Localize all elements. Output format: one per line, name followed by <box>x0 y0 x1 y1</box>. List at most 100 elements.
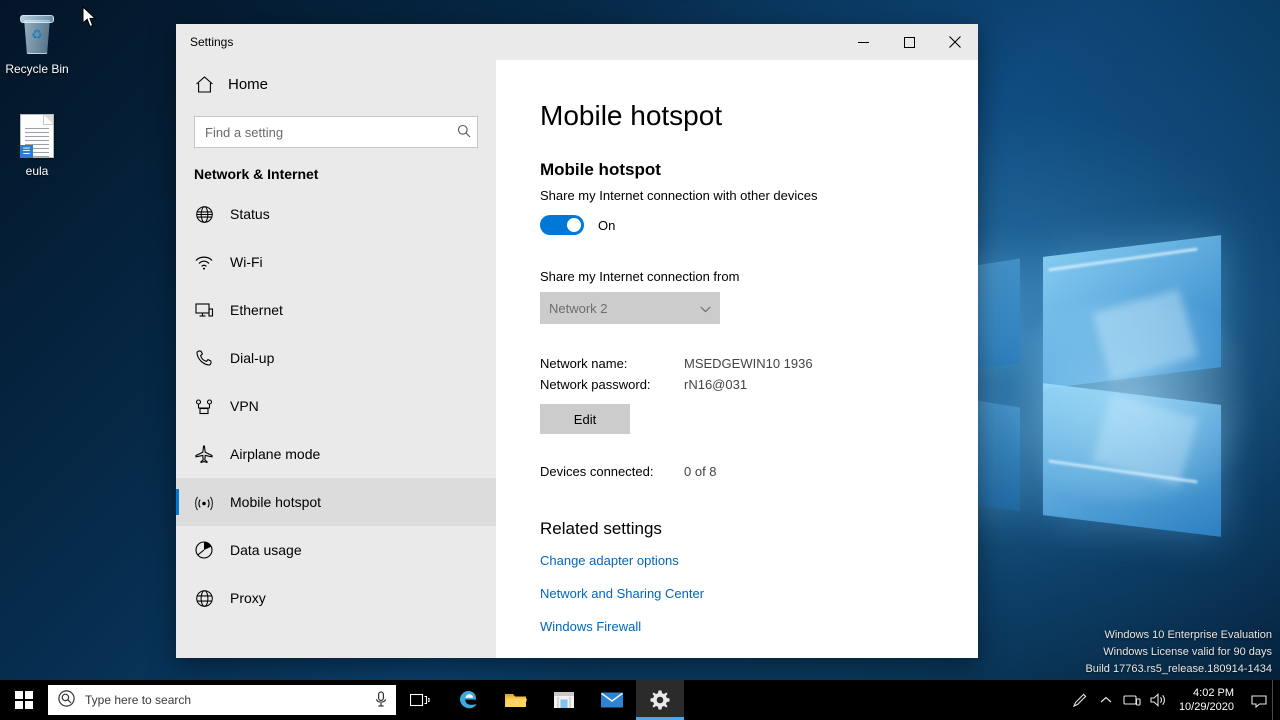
sidebar-item-label: Wi-Fi <box>230 254 263 270</box>
volume-icon[interactable] <box>1145 680 1171 720</box>
taskbar-search-placeholder: Type here to search <box>85 693 192 707</box>
sidebar-item-label: Mobile hotspot <box>230 494 322 510</box>
sidebar-item-label: Proxy <box>230 590 266 606</box>
airplane-icon <box>194 444 214 464</box>
sidebar-item-dial-up[interactable]: Dial-up <box>176 334 496 382</box>
pen-menu-icon[interactable] <box>1067 680 1093 720</box>
notification-icon <box>1251 694 1267 708</box>
sidebar-item-ethernet[interactable]: Ethernet <box>176 286 496 334</box>
task-view-icon <box>410 693 430 707</box>
system-tray[interactable]: 4:02 PM 10/29/2020 <box>1067 680 1280 720</box>
sidebar-item-label: Data usage <box>230 542 302 558</box>
file-explorer-button[interactable] <box>492 680 540 720</box>
search-input[interactable] <box>205 124 457 140</box>
toggle-knob <box>567 218 581 232</box>
windows-activation-watermark: Windows 10 Enterprise Evaluation Windows… <box>1085 627 1272 678</box>
desktop-icon-eula[interactable]: ☰ eula <box>0 112 74 178</box>
section-subtitle: Share my Internet connection with other … <box>540 188 818 203</box>
proxy-globe-icon <box>194 588 214 608</box>
sidebar-item-home[interactable]: Home <box>176 64 496 104</box>
share-from-value: Network 2 <box>549 300 608 316</box>
settings-taskbar-button[interactable] <box>636 680 684 720</box>
start-button[interactable] <box>0 680 48 720</box>
globe-icon <box>194 204 214 224</box>
sidebar-item-label: VPN <box>230 398 259 414</box>
microphone-icon[interactable] <box>374 690 388 710</box>
link-windows-firewall[interactable]: Windows Firewall <box>540 619 978 634</box>
section-heading: Mobile hotspot <box>540 160 661 179</box>
task-view-button[interactable] <box>396 680 444 720</box>
sidebar-item-vpn[interactable]: VPN <box>176 382 496 430</box>
sidebar-category-title: Network & Internet <box>194 166 319 182</box>
edge-icon <box>460 691 477 709</box>
sidebar-item-status[interactable]: Status <box>176 190 496 238</box>
devices-connected-key: Devices connected: <box>540 464 654 479</box>
recycle-bin-icon: ♻ <box>0 10 74 60</box>
close-button[interactable] <box>932 24 978 60</box>
maximize-icon <box>903 36 915 48</box>
clock-time: 4:02 PM <box>1193 687 1234 699</box>
settings-content: Mobile hotspot Mobile hotspot Share my I… <box>496 60 978 658</box>
ethernet-icon <box>194 300 214 320</box>
desktop-icon-label: eula <box>25 164 49 178</box>
sidebar-search[interactable] <box>194 116 478 148</box>
wallpaper-glow <box>980 300 1280 500</box>
sidebar-item-data-usage[interactable]: Data usage <box>176 526 496 574</box>
clock[interactable]: 4:02 PM 10/29/2020 <box>1171 680 1246 720</box>
vpn-icon <box>194 396 214 416</box>
sidebar-item-mobile-hotspot[interactable]: Mobile hotspot <box>176 478 496 526</box>
minimize-icon <box>857 41 869 43</box>
data-usage-pie-icon <box>194 540 214 560</box>
link-network-and-sharing-center[interactable]: Network and Sharing Center <box>540 586 978 601</box>
edit-button[interactable]: Edit <box>540 404 630 434</box>
wifi-icon <box>194 252 214 272</box>
gear-icon <box>650 690 670 710</box>
watermark-line-2: Windows License valid for 90 days <box>1103 646 1272 658</box>
hotspot-toggle[interactable] <box>540 215 584 235</box>
network-icon[interactable] <box>1119 680 1145 720</box>
hotspot-toggle-row[interactable]: On <box>540 215 978 235</box>
edge-button[interactable] <box>444 680 492 720</box>
sidebar-item-airplane-mode[interactable]: Airplane mode <box>176 430 496 478</box>
network-name-row: Network name: MSEDGEWIN10 1936 <box>540 356 978 371</box>
chevron-up-icon <box>1100 696 1112 703</box>
watermark-line-3: Build 17763.rs5_release.180914-1434 <box>1085 663 1272 675</box>
taskbar[interactable]: Type here to search 4:02 PM 10/29/2020 <box>0 680 1280 720</box>
settings-sidebar[interactable]: Home Network & Internet <box>176 60 496 658</box>
text-document-icon: ☰ <box>0 112 74 162</box>
mouse-cursor <box>82 6 96 28</box>
network-name-value: MSEDGEWIN10 1936 <box>684 356 813 371</box>
mail-icon <box>601 692 623 708</box>
share-from-label: Share my Internet connection from <box>540 269 740 284</box>
sidebar-item-label: Dial-up <box>230 350 275 366</box>
dialup-phone-icon <box>194 348 214 368</box>
show-desktop-button[interactable] <box>1272 680 1280 720</box>
sidebar-item-label: Airplane mode <box>230 446 321 462</box>
share-from-dropdown[interactable]: Network 2 <box>540 292 720 324</box>
related-settings-title: Related settings <box>540 519 662 538</box>
microsoft-store-button[interactable] <box>540 680 588 720</box>
action-center-button[interactable] <box>1246 680 1272 720</box>
minimize-button[interactable] <box>840 24 886 60</box>
windows-start-icon <box>15 691 33 709</box>
sidebar-item-label: Ethernet <box>230 302 283 318</box>
window-titlebar[interactable]: Settings <box>176 24 978 60</box>
devices-connected-row: Devices connected: 0 of 8 <box>540 464 978 479</box>
maximize-button[interactable] <box>886 24 932 60</box>
settings-window[interactable]: Settings Home Find a setting Network & I… <box>176 24 978 658</box>
link-change-adapter-options[interactable]: Change adapter options <box>540 553 978 568</box>
store-icon <box>554 692 574 708</box>
taskbar-search[interactable]: Type here to search <box>48 685 396 715</box>
sidebar-item-wifi[interactable]: Wi-Fi <box>176 238 496 286</box>
sidebar-item-proxy[interactable]: Proxy <box>176 574 496 622</box>
clock-date: 10/29/2020 <box>1178 701 1234 713</box>
desktop-icon-recycle-bin[interactable]: ♻ Recycle Bin <box>0 10 74 76</box>
search-icon[interactable] <box>457 124 471 141</box>
desktop-icon-label: Recycle Bin <box>5 62 69 76</box>
sidebar-item-label: Status <box>230 206 270 222</box>
show-hidden-icons-button[interactable] <box>1093 680 1119 720</box>
mail-button[interactable] <box>588 680 636 720</box>
window-title: Settings <box>190 35 234 49</box>
hotspot-broadcast-icon <box>194 492 214 512</box>
network-password-row: Network password: rN16@031 <box>540 377 978 392</box>
